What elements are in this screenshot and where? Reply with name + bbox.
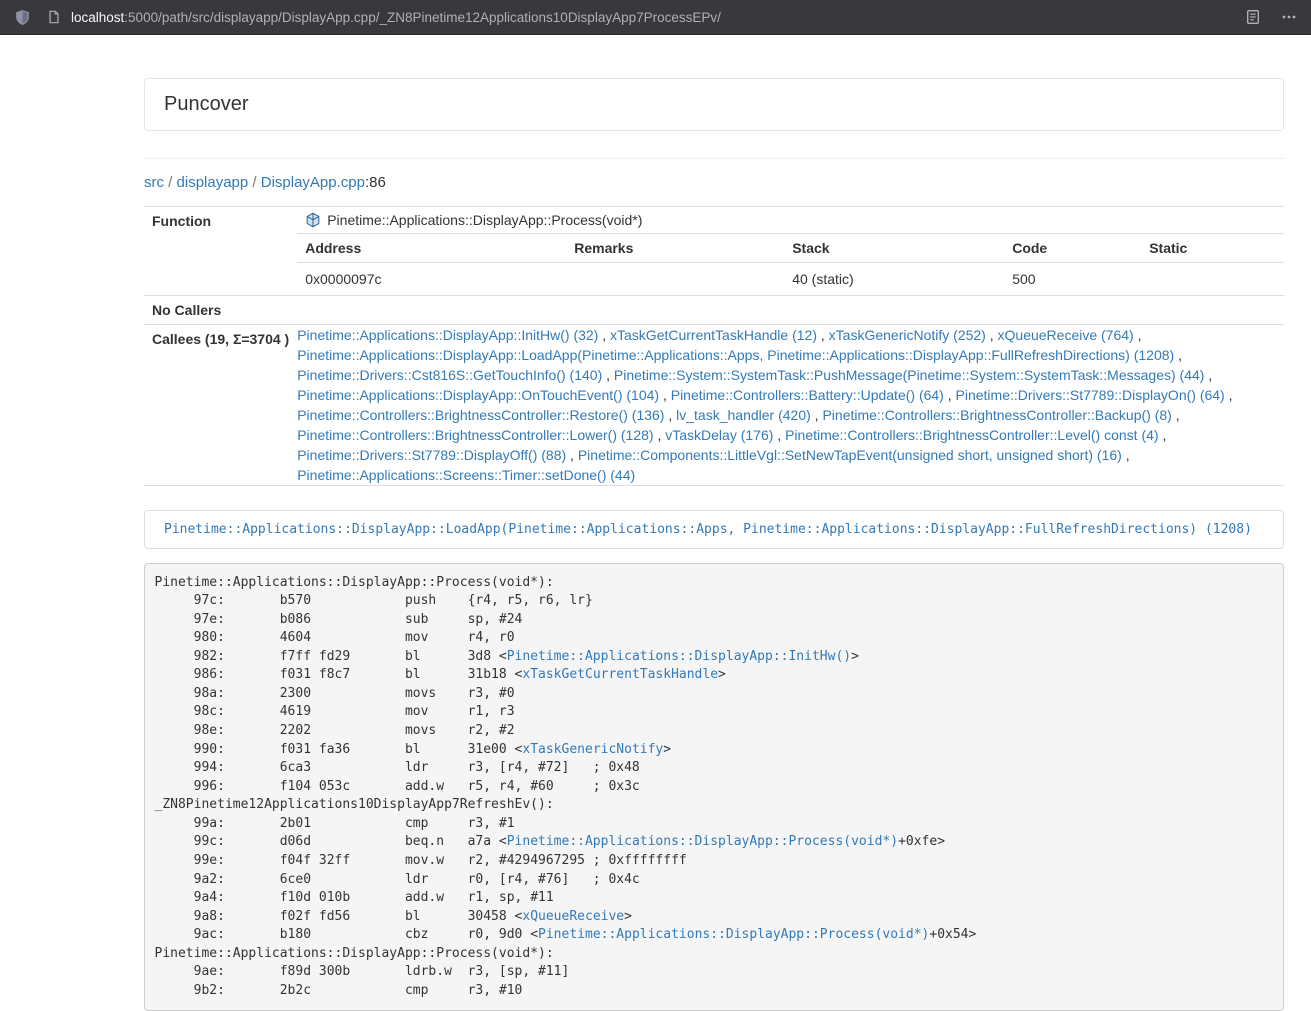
- page-title: Puncover: [164, 93, 249, 115]
- column-header-address: Address: [297, 234, 566, 263]
- breadcrumb-separator: /: [248, 174, 261, 191]
- code-value: 500: [1004, 263, 1141, 296]
- tracking-protection-shield-icon[interactable]: [14, 9, 31, 26]
- callees-label: Callees (19, Σ=3704 ): [144, 325, 297, 486]
- function-row: Function Pinetime::Applications::Display…: [144, 207, 1284, 296]
- disassembly-symbol-link[interactable]: Pinetime::Applications::DisplayApp::Proc…: [507, 834, 898, 849]
- callee-link[interactable]: Pinetime::Controllers::Battery::Update()…: [671, 387, 944, 403]
- page-identity-icon[interactable]: [47, 10, 61, 24]
- breadcrumb-link[interactable]: displayapp: [177, 174, 249, 191]
- browser-toolbar: localhost:5000/path/src/displayapp/Displ…: [0, 0, 1311, 35]
- function-icon: [305, 212, 321, 228]
- disassembly-symbol-link[interactable]: xTaskGetCurrentTaskHandle: [522, 667, 718, 682]
- callee-link[interactable]: Pinetime::Drivers::Cst816S::GetTouchInfo…: [297, 367, 602, 383]
- disassembly-symbol-link[interactable]: xTaskGenericNotify: [522, 742, 663, 757]
- toolbar-right: [1233, 9, 1297, 25]
- stats-header-row: Address Remarks Stack Code Static: [297, 234, 1284, 263]
- app-title-panel: Puncover: [144, 78, 1284, 131]
- callee-link[interactable]: Pinetime::Controllers::BrightnessControl…: [297, 407, 664, 423]
- callee-link[interactable]: Pinetime::Drivers::St7789::DisplayOff() …: [297, 447, 566, 463]
- disassembly-symbol-link[interactable]: Pinetime::Applications::DisplayApp::Proc…: [538, 927, 929, 942]
- address-value: 0x0000097c: [297, 263, 566, 296]
- callee-link[interactable]: xTaskGenericNotify (252): [829, 327, 986, 343]
- function-row-label: Function: [144, 207, 297, 296]
- breadcrumb-link[interactable]: DisplayApp.cpp: [261, 174, 365, 191]
- page-container: Puncover src / displayapp / DisplayApp.c…: [144, 78, 1284, 1011]
- callees-list: Pinetime::Applications::DisplayApp::Init…: [297, 325, 1284, 486]
- column-header-remarks: Remarks: [566, 234, 784, 263]
- callee-link[interactable]: Pinetime::System::SystemTask::PushMessag…: [614, 367, 1205, 383]
- no-callers-label: No Callers: [144, 296, 297, 325]
- callee-link[interactable]: Pinetime::Applications::DisplayApp::OnTo…: [297, 387, 659, 403]
- callee-link[interactable]: Pinetime::Controllers::BrightnessControl…: [297, 427, 653, 443]
- callees-row: Callees (19, Σ=3704 ) Pinetime::Applicat…: [144, 325, 1284, 486]
- static-value: [1141, 263, 1284, 296]
- stats-value-row: 0x0000097c 40 (static) 500: [297, 263, 1284, 296]
- divider: [144, 158, 1284, 159]
- callee-link[interactable]: Pinetime::Controllers::BrightnessControl…: [785, 427, 1158, 443]
- breadcrumb: src / displayapp / DisplayApp.cpp:86: [144, 174, 1284, 191]
- overflow-menu-icon[interactable]: [1281, 9, 1297, 25]
- callee-link[interactable]: Pinetime::Applications::Screens::Timer::…: [297, 467, 635, 483]
- column-header-stack: Stack: [784, 234, 1004, 263]
- loadapp-highlight-box: Pinetime::Applications::DisplayApp::Load…: [144, 510, 1284, 549]
- no-callers-row: No Callers: [144, 296, 1284, 325]
- url-path: :5000/path/src/displayapp/DisplayApp.cpp…: [124, 10, 721, 25]
- breadcrumb-separator: /: [164, 174, 177, 191]
- callee-link[interactable]: Pinetime::Drivers::St7789::DisplayOn() (…: [956, 387, 1225, 403]
- column-header-static: Static: [1141, 234, 1284, 263]
- function-name-row: Pinetime::Applications::DisplayApp::Proc…: [297, 207, 1284, 233]
- callee-link[interactable]: xQueueReceive (764): [998, 327, 1134, 343]
- callee-link[interactable]: xTaskGetCurrentTaskHandle (12): [610, 327, 817, 343]
- callee-link[interactable]: Pinetime::Controllers::BrightnessControl…: [822, 407, 1171, 423]
- reader-mode-icon[interactable]: [1245, 9, 1261, 25]
- callee-link[interactable]: lv_task_handler (420): [676, 407, 811, 423]
- no-callers-cell: [297, 296, 1284, 325]
- callee-link[interactable]: Pinetime::Applications::DisplayApp::Init…: [297, 327, 598, 343]
- disassembly-symbol-link[interactable]: Pinetime::Applications::DisplayApp::Init…: [507, 649, 851, 664]
- callee-link[interactable]: Pinetime::Components::LittleVgl::SetNewT…: [578, 447, 1122, 463]
- disassembly-code-block: Pinetime::Applications::DisplayApp::Proc…: [144, 563, 1284, 1011]
- callee-link[interactable]: vTaskDelay (176): [665, 427, 773, 443]
- column-header-code: Code: [1004, 234, 1141, 263]
- loadapp-link[interactable]: Pinetime::Applications::DisplayApp::Load…: [164, 522, 1252, 537]
- callee-link[interactable]: Pinetime::Applications::DisplayApp::Load…: [297, 347, 1174, 363]
- function-stats-table: Address Remarks Stack Code Static 0x0000…: [297, 233, 1284, 295]
- breadcrumb-link[interactable]: src: [144, 174, 164, 191]
- url-host: localhost: [71, 10, 124, 25]
- remarks-value: [566, 263, 784, 296]
- url-bar[interactable]: localhost:5000/path/src/displayapp/Displ…: [47, 10, 1233, 25]
- function-name: Pinetime::Applications::DisplayApp::Proc…: [327, 212, 642, 228]
- function-table: Function Pinetime::Applications::Display…: [144, 206, 1284, 486]
- disassembly-symbol-link[interactable]: xQueueReceive: [522, 909, 624, 924]
- stack-value: 40 (static): [784, 263, 1004, 296]
